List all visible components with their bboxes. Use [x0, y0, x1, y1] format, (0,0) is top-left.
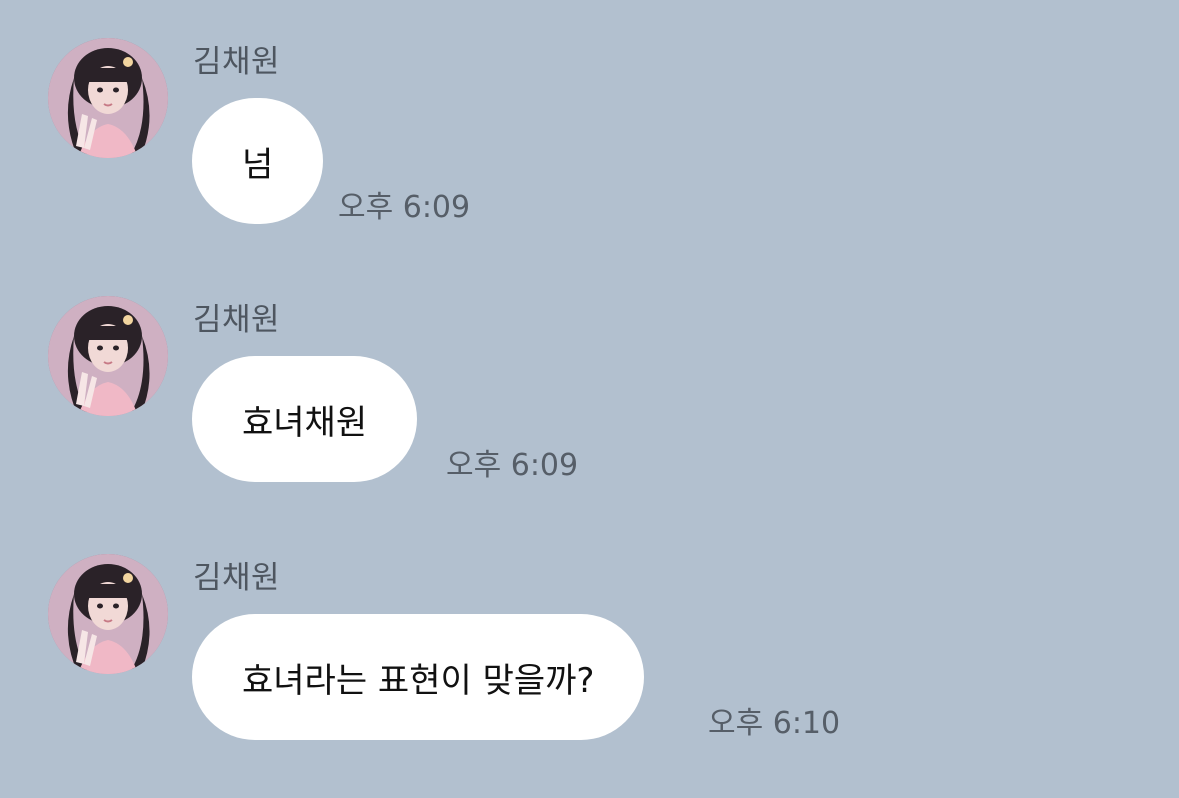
message-timestamp: 오후 6:09	[338, 190, 471, 225]
message-row: 김채원 넘 오후 6:09	[0, 38, 1179, 258]
sender-avatar[interactable]	[48, 38, 168, 158]
profile-photo-icon	[48, 296, 168, 416]
message-row: 김채원 효녀채원 오후 6:09	[0, 296, 1179, 516]
message-timestamp: 오후 6:10	[708, 706, 841, 741]
message-text: 효녀라는 표현이 맞을까?	[242, 660, 595, 701]
sender-name: 김채원	[193, 302, 281, 338]
message-text: 넘	[242, 144, 274, 185]
sender-name: 김채원	[193, 44, 281, 80]
chat-message-list[interactable]: 김채원 넘 오후 6:09 김채원 효녀채원 오후 6:09 김채원 효녀라는 …	[0, 0, 1179, 798]
profile-photo-icon	[48, 554, 168, 674]
message-row: 김채원 효녀라는 표현이 맞을까? 오후 6:10	[0, 554, 1179, 774]
message-bubble[interactable]: 효녀채원	[192, 356, 418, 482]
sender-avatar[interactable]	[48, 296, 168, 416]
message-bubble[interactable]: 넘	[192, 98, 324, 224]
sender-avatar[interactable]	[48, 554, 168, 674]
message-timestamp: 오후 6:09	[446, 448, 579, 483]
message-bubble[interactable]: 효녀라는 표현이 맞을까?	[192, 614, 645, 740]
sender-name: 김채원	[193, 560, 281, 596]
message-text: 효녀채원	[242, 402, 368, 443]
profile-photo-icon	[48, 38, 168, 158]
